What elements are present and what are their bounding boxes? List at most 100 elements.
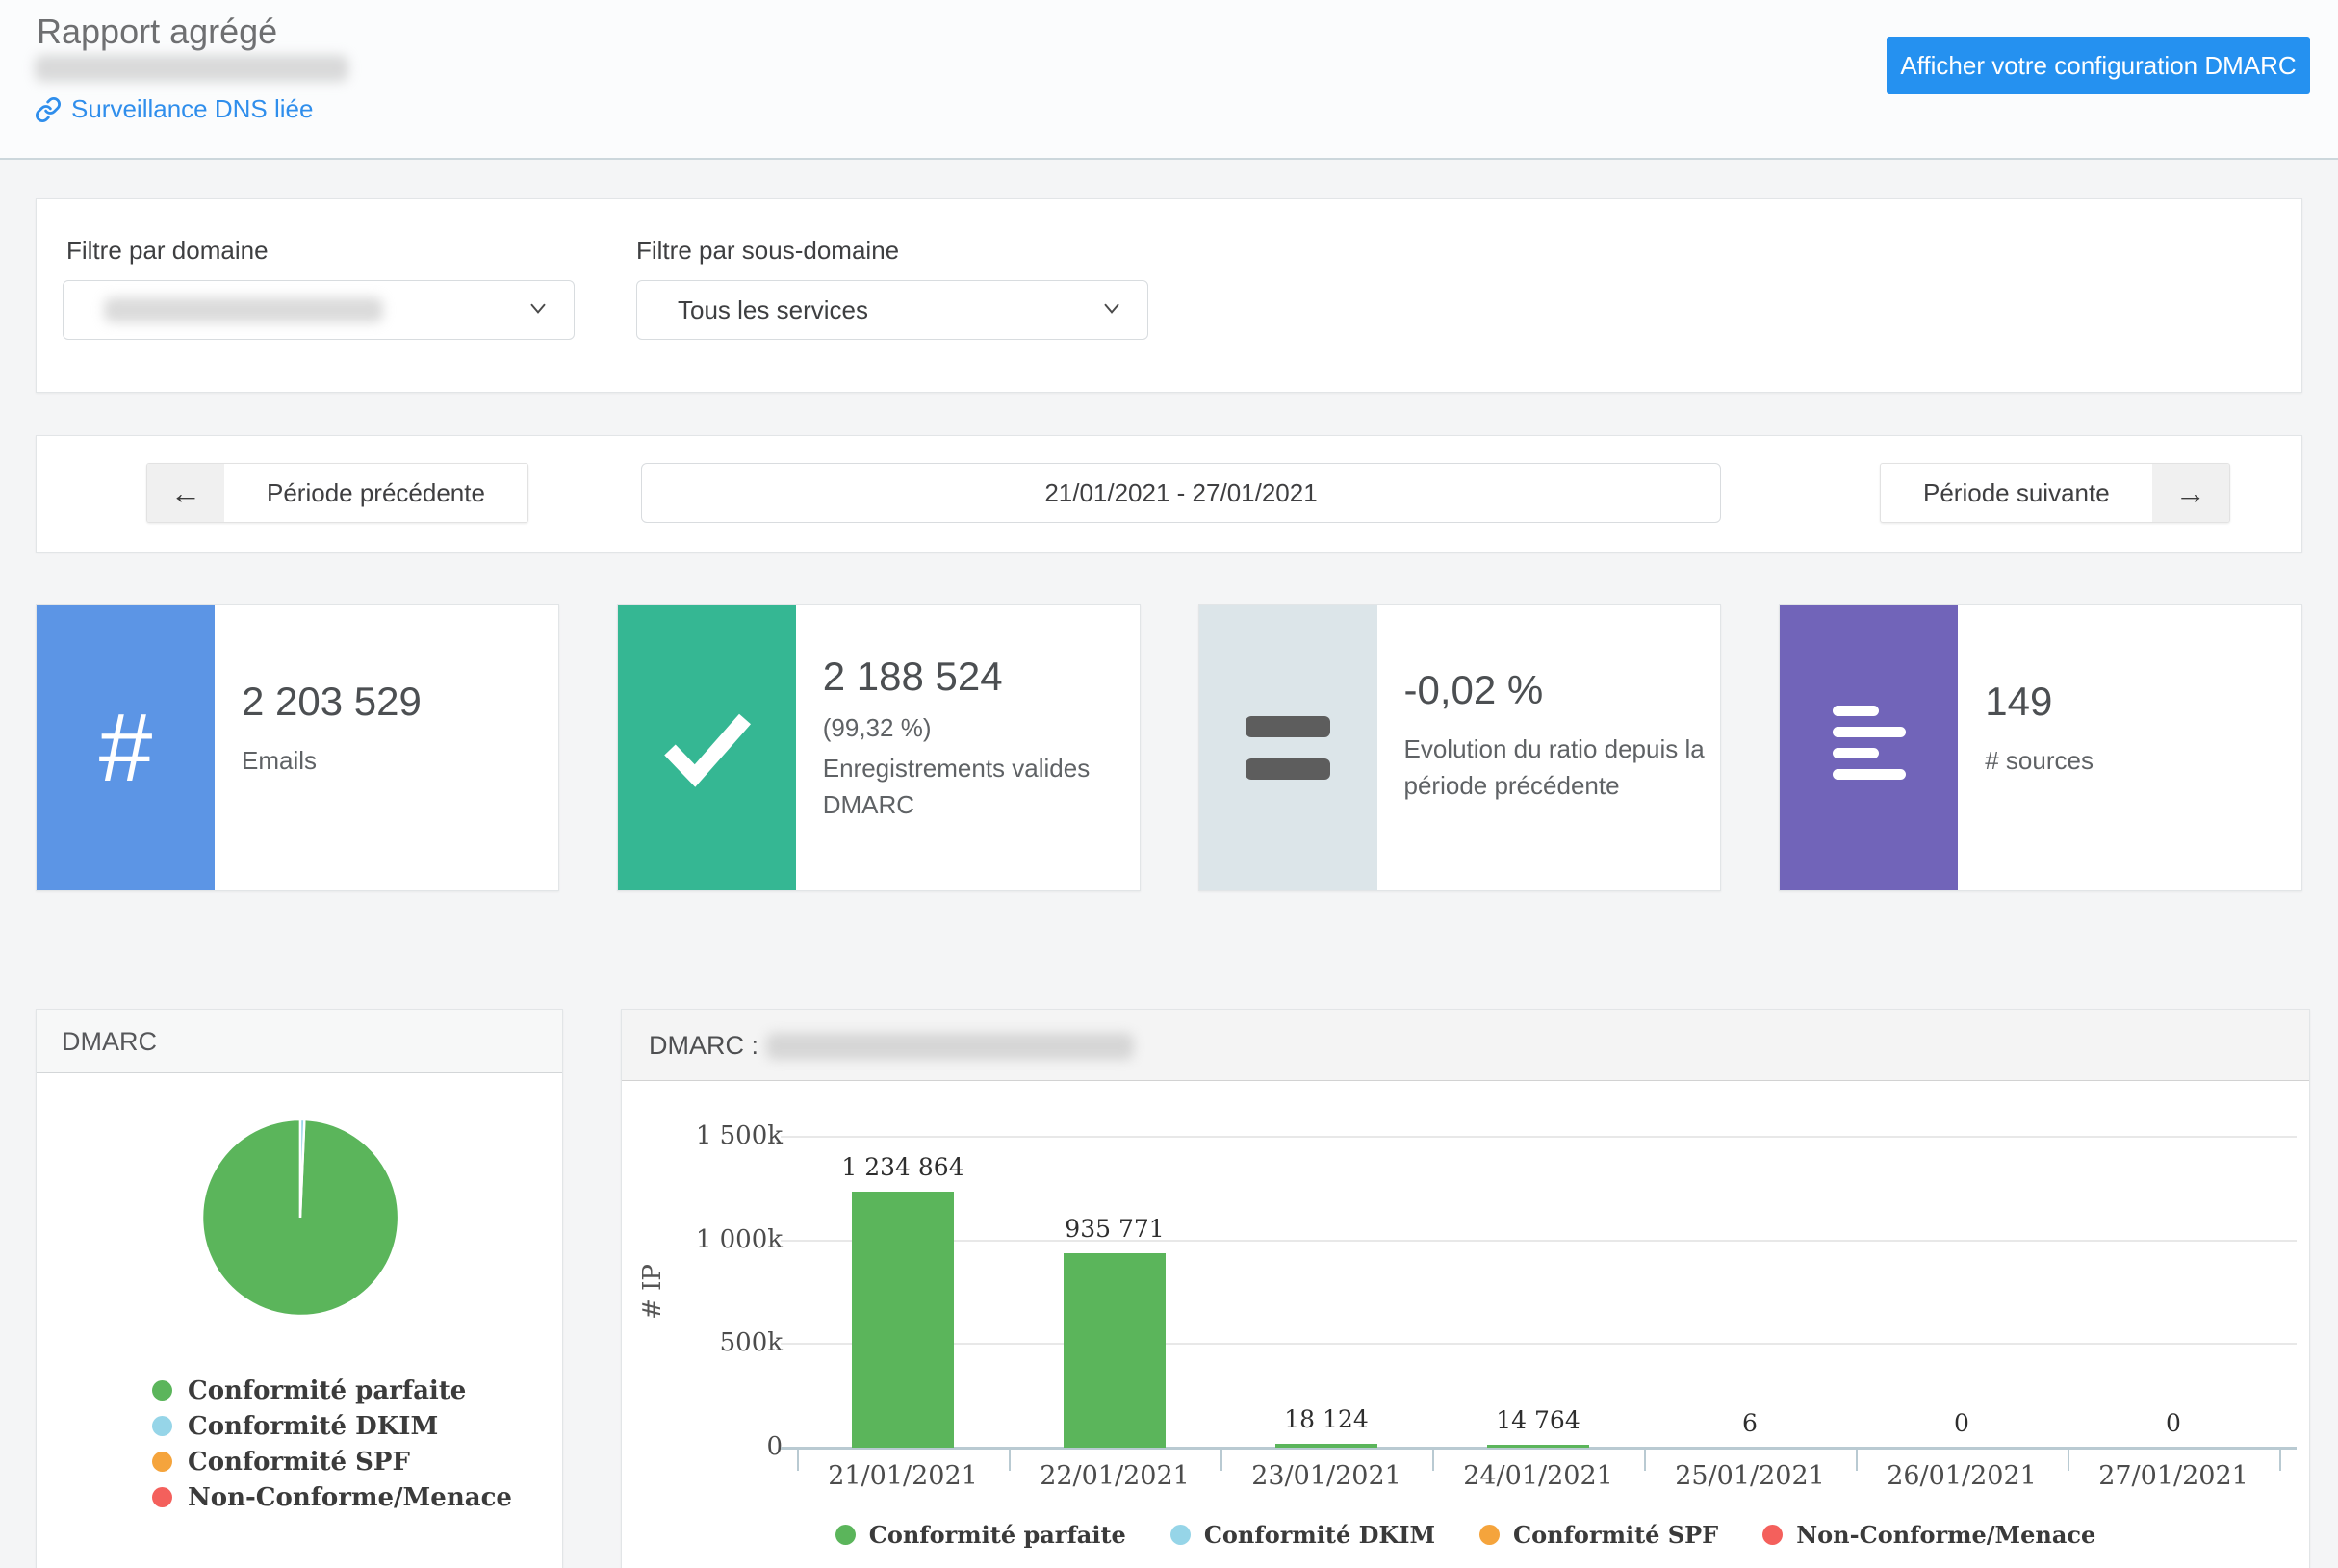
legend-dot-icon	[1479, 1525, 1500, 1545]
x-axis-tick-label: 21/01/2021	[797, 1461, 1009, 1491]
equals-icon	[1199, 605, 1377, 890]
chevron-down-icon	[1099, 296, 1124, 325]
bar-value-label: 18 124	[1220, 1405, 1432, 1433]
dns-monitoring-link-label: Surveillance DNS liée	[71, 94, 313, 124]
bar-value-label: 0	[2068, 1409, 2279, 1437]
legend-label: Conformité SPF	[1513, 1521, 1718, 1549]
previous-period-button[interactable]: ← Période précédente	[146, 463, 528, 523]
legend-label: Non-Conforme/Menace	[188, 1483, 512, 1512]
stat-card-sources: 149 # sources	[1779, 604, 2302, 891]
stat-card-emails: # 2 203 529 Emails	[36, 604, 559, 891]
bar	[1064, 1253, 1166, 1448]
subdomain-filter-label: Filtre par sous-domaine	[636, 236, 899, 266]
x-axis-tick-label: 22/01/2021	[1009, 1461, 1220, 1491]
filter-card: Filtre par domaine Filtre par sous-domai…	[36, 198, 2302, 393]
legend-dot-icon	[152, 1380, 172, 1401]
legend-dot-icon	[152, 1452, 172, 1472]
pie-legend-item: Non-Conforme/Menace	[152, 1479, 512, 1515]
pie-card-header: DMARC	[37, 1010, 562, 1073]
dns-monitoring-link[interactable]: Surveillance DNS liée	[35, 94, 313, 124]
x-axis-tick-label: 25/01/2021	[1644, 1461, 1856, 1491]
pie-legend: Conformité parfaite Conformité DKIM Confor…	[152, 1373, 512, 1515]
subdomain-filter-select[interactable]: Tous les services	[636, 280, 1148, 340]
stat-card-valid-dmarc-records: 2 188 524 (99,32 %) Enregistrements vali…	[617, 604, 1141, 891]
domain-filter-label: Filtre par domaine	[66, 236, 269, 266]
bar	[1275, 1444, 1377, 1448]
legend-label: Non-Conforme/Menace	[1796, 1521, 2095, 1549]
bar-value-label: 1 234 864	[797, 1153, 1009, 1181]
legend-dot-icon	[152, 1487, 172, 1507]
dmarc-pie-card: DMARC Conformité parfaite Conformité DKIM…	[36, 1009, 563, 1568]
x-axis-tick-label: 23/01/2021	[1220, 1461, 1432, 1491]
pie-legend-item: Conformité SPF	[152, 1444, 512, 1479]
x-axis-tick-label: 26/01/2021	[1856, 1461, 2068, 1491]
dmarc-bar-chart: 0 500k 1 000k 1 500k # IP 1 234 864 21/01/2021…	[622, 1082, 2309, 1568]
legend-dot-icon	[152, 1416, 172, 1436]
link-icon	[35, 96, 62, 123]
y-axis-tick-label: 500k	[622, 1328, 783, 1357]
domain-filter-select[interactable]	[63, 280, 575, 340]
bar-value-label: 935 771	[1009, 1215, 1220, 1243]
x-axis-tick-label: 27/01/2021	[2068, 1461, 2279, 1491]
sources-count: 149	[1985, 679, 2301, 725]
dmarc-pie-chart	[200, 1118, 400, 1318]
arrow-right-icon: →	[2152, 464, 2229, 522]
check-icon	[618, 605, 796, 890]
list-icon	[1780, 605, 1958, 890]
legend-label: Conformité DKIM	[1204, 1521, 1435, 1549]
legend-label: Conformité SPF	[188, 1448, 410, 1477]
dmarc-bar-card: DMARC : 0 500k 1 000k 1 500k # IP 1 234 864 21…	[621, 1009, 2310, 1568]
pie-card-body: Conformité parfaite Conformité DKIM Confor…	[37, 1074, 562, 1568]
valid-records-count: 2 188 524	[823, 654, 1140, 700]
pie-legend-item: Conformité parfaite	[152, 1373, 512, 1408]
subdomain-filter-value: Tous les services	[678, 296, 868, 325]
emails-label: Emails	[242, 742, 558, 779]
page-subtitle-redacted	[35, 55, 348, 82]
next-period-button[interactable]: Période suivante →	[1880, 463, 2230, 523]
next-period-label: Période suivante	[1881, 464, 2152, 522]
legend-dot-icon	[1170, 1525, 1191, 1545]
pie-card-title: DMARC	[62, 1027, 157, 1057]
dmarc-config-button[interactable]: Afficher votre configuration DMARC	[1887, 37, 2310, 94]
y-gridline	[781, 1343, 2297, 1345]
bar-legend-item: Non-Conforme/Menace	[1762, 1521, 2095, 1549]
ratio-evolution-value: -0,02 %	[1404, 667, 1721, 713]
previous-period-label: Période précédente	[224, 464, 527, 522]
bar-value-label: 0	[1856, 1409, 2068, 1437]
y-axis-tick-label: 1 000k	[622, 1225, 783, 1254]
legend-label: Conformité DKIM	[188, 1412, 438, 1441]
x-axis-tick-label: 24/01/2021	[1432, 1461, 1644, 1491]
sources-label: # sources	[1985, 742, 2301, 779]
bar	[1487, 1445, 1589, 1448]
legend-label: Conformité parfaite	[869, 1521, 1126, 1549]
legend-dot-icon	[1762, 1525, 1783, 1545]
legend-label: Conformité parfaite	[188, 1376, 466, 1405]
bar-card-title: DMARC :	[649, 1031, 758, 1061]
valid-records-percent: (99,32 %)	[823, 709, 1140, 746]
emails-count: 2 203 529	[242, 679, 558, 725]
bar-card-title-redacted	[766, 1033, 1134, 1060]
bar-chart-legend: Conformité parfaite Conformité DKIM Confor…	[622, 1521, 2309, 1549]
period-range-input[interactable]	[641, 463, 1721, 523]
period-navigation-card: ← Période précédente Période suivante →	[36, 435, 2302, 553]
y-gridline	[781, 1136, 2297, 1138]
dmarc-aggregate-report-page: Rapport agrégé Surveillance DNS liée Aff…	[0, 0, 2338, 1568]
y-axis-tick-label: 1 500k	[622, 1121, 783, 1150]
page-header: Rapport agrégé Surveillance DNS liée Aff…	[0, 0, 2338, 160]
stats-row: # 2 203 529 Emails 2 188 524 (99,32 %) E…	[36, 604, 2302, 891]
bar-legend-item: Conformité DKIM	[1170, 1521, 1435, 1549]
legend-dot-icon	[835, 1525, 856, 1545]
y-axis-title: # IP	[638, 1253, 667, 1330]
bar-legend-item: Conformité SPF	[1479, 1521, 1718, 1549]
stat-card-ratio-evolution: -0,02 % Evolution du ratio depuis la pér…	[1198, 604, 1722, 891]
pie-legend-item: Conformité DKIM	[152, 1408, 512, 1444]
y-axis-tick-label: 0	[622, 1432, 783, 1461]
chevron-down-icon	[526, 296, 551, 325]
x-axis-tick	[2279, 1448, 2281, 1471]
hash-icon: #	[37, 605, 215, 890]
bar	[852, 1192, 954, 1448]
bar-legend-item: Conformité parfaite	[835, 1521, 1126, 1549]
page-title: Rapport agrégé	[37, 12, 277, 52]
bar-card-header: DMARC :	[622, 1010, 2309, 1081]
bar-value-label: 6	[1644, 1409, 1856, 1437]
